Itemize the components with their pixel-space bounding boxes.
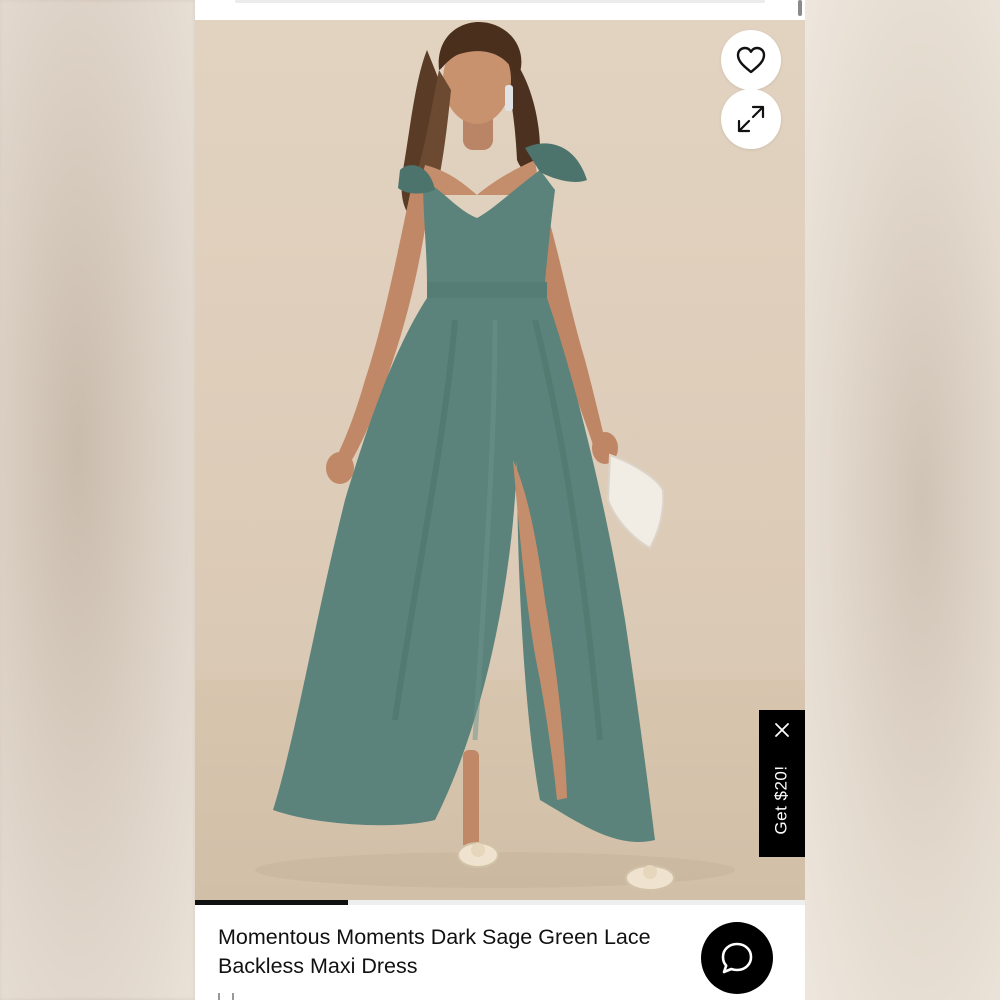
top-bar	[195, 0, 805, 20]
scrollbar[interactable]	[798, 0, 802, 16]
rating-stars-partial	[218, 993, 234, 1000]
gallery-progress-fill	[195, 900, 348, 905]
expand-image-button[interactable]	[721, 89, 781, 149]
promo-label: Get $20!	[772, 765, 791, 835]
product-title: Momentous Moments Dark Sage Green Lace B…	[218, 923, 718, 981]
blurred-background-right	[805, 0, 1000, 1000]
heart-icon	[736, 46, 766, 74]
promo-tab[interactable]: Get $20!	[759, 710, 805, 857]
chat-bubble-icon	[721, 942, 753, 974]
model-in-dress-illustration	[255, 22, 735, 891]
gallery-progress	[195, 900, 805, 905]
product-image[interactable]	[195, 20, 805, 900]
product-title-line-2: Backless Maxi Dress	[218, 954, 418, 978]
search-bar-edge[interactable]	[235, 0, 765, 3]
blurred-background-left	[0, 0, 195, 1000]
product-page: Get $20! Momentous Moments Dark Sage Gre…	[195, 0, 805, 1000]
favorite-button[interactable]	[721, 30, 781, 90]
expand-icon	[737, 105, 765, 133]
close-icon[interactable]	[772, 720, 792, 740]
chat-button[interactable]	[701, 922, 773, 994]
product-title-line-1: Momentous Moments Dark Sage Green Lace	[218, 925, 651, 949]
